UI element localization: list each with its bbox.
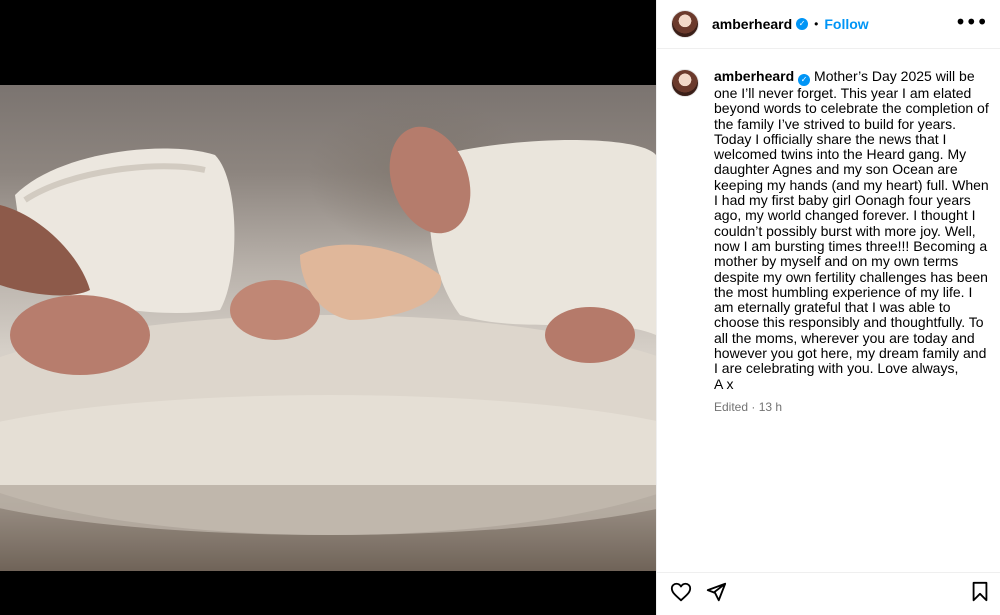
baby-feet-photo (0, 126, 656, 571)
heart-icon[interactable] (670, 581, 692, 603)
more-options-icon[interactable]: ••• (955, 12, 988, 32)
post-media[interactable] (0, 0, 656, 615)
post-photo[interactable] (0, 85, 656, 571)
post-header: amberheard ✓ • Follow ••• (657, 0, 1000, 49)
send-icon[interactable] (705, 581, 727, 603)
caption-username[interactable]: amberheard (714, 68, 794, 84)
bookmark-icon[interactable] (970, 581, 990, 603)
caption-body: Mother’s Day 2025 will be one I’ll never… (714, 68, 989, 392)
post-side-panel: amberheard ✓ • Follow ••• amberheard ✓ Mo… (656, 0, 1000, 615)
verified-badge-icon: ✓ (796, 18, 809, 30)
separator-dot: • (814, 17, 819, 31)
caption-text-block: amberheard ✓ Mother’s Day 2025 will be on… (714, 68, 993, 415)
avatar[interactable] (671, 10, 699, 38)
caption-avatar[interactable] (671, 69, 699, 97)
post-actions-bar (657, 572, 1000, 615)
header-username[interactable]: amberheard (712, 16, 792, 32)
edited-timestamp[interactable]: Edited · 13 h (714, 400, 993, 415)
follow-button[interactable]: Follow (824, 16, 868, 32)
post-caption: amberheard ✓ Mother’s Day 2025 will be on… (671, 68, 993, 415)
